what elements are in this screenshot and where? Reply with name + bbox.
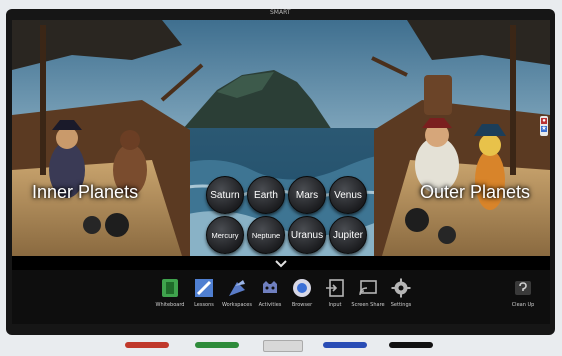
activities-label: Activities — [258, 302, 282, 308]
activities-button[interactable]: Activities — [252, 278, 288, 318]
lessons-icon — [194, 278, 214, 298]
screen-share-label: Screen Share — [351, 302, 385, 308]
eraser[interactable] — [263, 340, 303, 352]
planet-venus[interactable]: Venus — [329, 176, 367, 214]
inner-planets-title: Inner Planets — [32, 182, 139, 202]
clean-up-icon — [513, 278, 533, 298]
screen-share-button[interactable]: Screen Share — [350, 278, 386, 318]
planet-mars[interactable]: Mars — [288, 176, 326, 214]
blue-pen[interactable] — [323, 342, 367, 348]
outer-planets-title: Outer Planets — [420, 182, 531, 202]
planet-neptune[interactable]: Neptune — [247, 216, 285, 254]
activities-icon — [260, 278, 280, 298]
workspaces-button[interactable]: Workspaces — [219, 278, 255, 318]
scene-illustration — [12, 20, 550, 256]
display-screen: Inner Planets Outer Planets Saturn Earth… — [12, 20, 550, 324]
red-pen[interactable] — [125, 342, 169, 348]
settings-label: Settings — [390, 302, 412, 308]
whiteboard-button[interactable]: Whiteboard — [152, 278, 188, 318]
planet-jupiter[interactable]: Jupiter — [329, 216, 367, 254]
black-pen[interactable] — [389, 342, 433, 348]
brand-logo: SMART — [270, 9, 291, 16]
launcher-dock: Whiteboard Lessons Workspaces Activities — [12, 270, 550, 324]
settings-icon — [391, 278, 411, 298]
input-icon — [325, 278, 345, 298]
input-label: Input — [328, 302, 342, 308]
browser-icon — [292, 278, 312, 298]
workspaces-icon — [227, 278, 247, 298]
planet-earth[interactable]: Earth — [247, 176, 285, 214]
whiteboard-icon — [160, 278, 180, 298]
planet-saturn[interactable]: Saturn — [206, 176, 244, 214]
record-icon[interactable]: ● — [541, 118, 547, 124]
green-pen[interactable] — [195, 342, 239, 348]
lessons-button[interactable]: Lessons — [186, 278, 222, 318]
side-toolbar: ● ★ — [540, 116, 548, 136]
clean-up-button[interactable]: Clean Up — [505, 278, 541, 318]
input-button[interactable]: Input — [317, 278, 353, 318]
planet-mercury[interactable]: Mercury — [206, 216, 244, 254]
browser-button[interactable]: Browser — [284, 278, 320, 318]
chevron-down-icon[interactable] — [274, 259, 288, 269]
star-icon[interactable]: ★ — [541, 126, 547, 132]
lesson-scene: Inner Planets Outer Planets Saturn Earth… — [12, 20, 550, 256]
clean-up-label: Clean Up — [511, 302, 535, 308]
lessons-label: Lessons — [194, 302, 214, 308]
whiteboard-label: Whiteboard — [155, 302, 185, 308]
browser-label: Browser — [291, 302, 313, 308]
planet-uranus[interactable]: Uranus — [288, 216, 326, 254]
settings-button[interactable]: Settings — [383, 278, 419, 318]
pen-tray — [125, 338, 437, 352]
screen-share-icon — [358, 278, 378, 298]
workspaces-label: Workspaces — [222, 302, 252, 308]
